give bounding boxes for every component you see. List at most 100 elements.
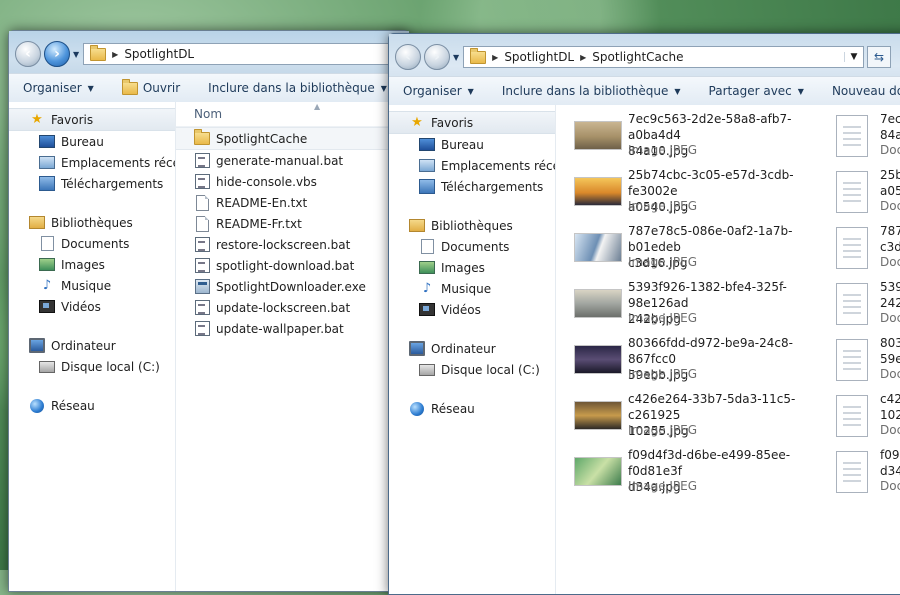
nav-desktop[interactable]: Bureau	[9, 131, 175, 152]
nav-downloads-label: Téléchargements	[61, 176, 164, 191]
nav-computer[interactable]: Ordinateur	[389, 338, 555, 359]
tile-name-line1: 7ec	[880, 112, 900, 126]
nav-network[interactable]: Réseau	[9, 395, 175, 416]
nav-downloads-label: Téléchargements	[441, 179, 544, 194]
nav-documents[interactable]: Documents	[9, 233, 175, 254]
file-item[interactable]: hide-console.vbs	[176, 171, 409, 192]
nav-videos[interactable]: Vidéos	[9, 296, 175, 317]
file-name: SpotlightCache	[216, 131, 308, 146]
nav-videos[interactable]: Vidéos	[389, 299, 555, 320]
file-item[interactable]: SpotlightDownloader.exe	[176, 276, 409, 297]
back-arrow-icon[interactable]: ‹	[15, 41, 41, 67]
file-item[interactable]: generate-manual.bat	[176, 150, 409, 171]
nav-network[interactable]: Réseau	[389, 398, 555, 419]
nav-recent-places[interactable]: Emplacements récents	[9, 152, 175, 173]
nav-desktop[interactable]: Bureau	[389, 134, 555, 155]
nav-favorites[interactable]: ★ Favoris	[389, 111, 555, 134]
address-bar[interactable]: ▶ SpotlightDL	[83, 43, 403, 65]
nav-images[interactable]: Images	[389, 257, 555, 278]
document-icon	[836, 283, 868, 325]
nav-recent-places-label: Emplacements récents	[441, 158, 555, 173]
explorer-window-spotlightdl[interactable]: ‹ › ▼ ▶ SpotlightDL Organiser ▼ Ouvrir In…	[8, 30, 410, 592]
ouvrir-button[interactable]: Ouvrir	[108, 78, 194, 95]
image-tile[interactable]: 80366fdd-d972-be9a-24c8-867fcc0 59ebb.jpg…	[574, 335, 824, 389]
file-name: update-lockscreen.bat	[216, 300, 351, 315]
nav-local-disk[interactable]: Disque local (C:)	[389, 359, 555, 380]
file-item[interactable]: update-wallpaper.bat	[176, 318, 409, 339]
document-tile[interactable]: 25b a05 Doc	[836, 167, 900, 221]
command-bar: Organiser ▼ Ouvrir Inclure dans la biblio…	[9, 73, 409, 103]
nav-music[interactable]: ♪ Musique	[389, 278, 555, 299]
image-tile[interactable]: c426e264-33b7-5da3-11c5-c261925 10255.jpg…	[574, 391, 824, 445]
nav-documents-label: Documents	[61, 236, 130, 251]
local-disk-icon	[39, 360, 55, 373]
address-bar[interactable]: ▶ SpotlightDL ▶ SpotlightCache ▼	[463, 46, 864, 68]
tile-name-line1: c42	[880, 392, 900, 406]
music-icon: ♪	[422, 281, 432, 296]
nav-music[interactable]: ♪ Musique	[9, 275, 175, 296]
nav-recent-places[interactable]: Emplacements récents	[389, 155, 555, 176]
breadcrumb-separator-icon[interactable]: ▶	[112, 50, 118, 59]
breadcrumb-spotlightdl[interactable]: SpotlightDL	[504, 50, 574, 64]
file-item[interactable]: SpotlightCache	[176, 127, 409, 150]
window-body: ★ Favoris Bureau Emplacements récents Tél…	[389, 105, 900, 594]
tile-name-line1: f09d4f3d-d6be-e499-85ee-f0d81e3f	[628, 448, 791, 478]
back-arrow-icon[interactable]: ‹	[395, 44, 421, 70]
document-tile[interactable]: c42 102 Doc	[836, 391, 900, 445]
document-tile[interactable]: f09 d34 Doc	[836, 447, 900, 501]
window-chrome: ‹ › ▼ ▶ SpotlightDL ▶ SpotlightCache ▼ ⇆…	[389, 34, 900, 106]
nav-libraries[interactable]: Bibliothèques	[9, 212, 175, 233]
column-header-name[interactable]: ▲ Nom	[176, 102, 409, 127]
history-dropdown-icon[interactable]: ▼	[73, 50, 79, 59]
image-tile[interactable]: 7ec9c563-2d2e-58a8-afb7-a0ba4d4 84a10.jpg…	[574, 111, 824, 165]
file-item[interactable]: update-lockscreen.bat	[176, 297, 409, 318]
nav-local-disk[interactable]: Disque local (C:)	[9, 356, 175, 377]
breadcrumb-separator-icon[interactable]: ▶	[492, 53, 498, 62]
forward-arrow-icon[interactable]: ›	[424, 44, 450, 70]
nav-downloads[interactable]: Téléchargements	[9, 173, 175, 194]
organiser-button[interactable]: Organiser ▼	[9, 81, 108, 95]
tile-type: Doc	[880, 479, 900, 493]
tile-name-line1: 539	[880, 280, 900, 294]
file-name: restore-lockscreen.bat	[216, 237, 351, 252]
nav-images[interactable]: Images	[9, 254, 175, 275]
document-tile[interactable]: 539 242 Doc	[836, 279, 900, 333]
batch-file-icon	[194, 258, 210, 273]
document-tile[interactable]: 7ec 84a Doc	[836, 111, 900, 165]
file-item[interactable]: spotlight-download.bat	[176, 255, 409, 276]
address-dropdown-icon[interactable]: ▼	[844, 52, 863, 62]
breadcrumb-spotlightcache[interactable]: SpotlightCache	[592, 50, 683, 64]
navigation-pane: ★ Favoris Bureau Emplacements récents Té…	[9, 102, 176, 591]
nav-libraries[interactable]: Bibliothèques	[389, 215, 555, 236]
include-library-button[interactable]: Inclure dans la bibliothèque ▼	[488, 84, 695, 98]
share-with-button[interactable]: Partager avec ▼	[695, 84, 818, 98]
document-tile[interactable]: 803 59e Doc	[836, 335, 900, 389]
image-tile[interactable]: 787e78c5-086e-0af2-1a7b-b01edeb c3d16.jpg…	[574, 223, 824, 277]
include-library-button[interactable]: Inclure dans la bibliothèque ▼	[194, 81, 401, 95]
history-dropdown-icon[interactable]: ▼	[453, 53, 459, 62]
file-item[interactable]: README-Fr.txt	[176, 213, 409, 234]
image-tile[interactable]: 25b74cbc-3c05-e57d-3cdb-fe3002e a0540.jpg…	[574, 167, 824, 221]
tile-name-line2: d34	[880, 464, 900, 478]
file-item[interactable]: README-En.txt	[176, 192, 409, 213]
breadcrumb-spotlightdl[interactable]: SpotlightDL	[124, 47, 194, 61]
forward-arrow-icon[interactable]: ›	[44, 41, 70, 67]
batch-file-icon	[194, 321, 210, 336]
document-tile[interactable]: 787 c3d Doc	[836, 223, 900, 277]
image-tile[interactable]: f09d4f3d-d6be-e499-85ee-f0d81e3f d34a.jpg…	[574, 447, 824, 501]
chevron-down-icon: ▼	[87, 83, 94, 93]
nav-computer[interactable]: Ordinateur	[9, 335, 175, 356]
new-folder-button[interactable]: Nouveau dossier	[818, 84, 900, 98]
tile-name-line1: 7ec9c563-2d2e-58a8-afb7-a0ba4d4	[628, 112, 792, 142]
explorer-window-spotlightcache[interactable]: ‹ › ▼ ▶ SpotlightDL ▶ SpotlightCache ▼ ⇆…	[388, 33, 900, 595]
nav-favorites[interactable]: ★ Favoris	[9, 108, 175, 131]
organiser-button[interactable]: Organiser ▼	[389, 84, 488, 98]
file-item[interactable]: restore-lockscreen.bat	[176, 234, 409, 255]
nav-local-disk-label: Disque local (C:)	[441, 362, 540, 377]
nav-downloads[interactable]: Téléchargements	[389, 176, 555, 197]
refresh-icon[interactable]: ⇆	[867, 46, 891, 68]
breadcrumb-separator-icon[interactable]: ▶	[580, 53, 586, 62]
network-icon	[410, 401, 424, 416]
nav-documents[interactable]: Documents	[389, 236, 555, 257]
image-tile[interactable]: 5393f926-1382-bfe4-325f-98e126ad 242b.jpg…	[574, 279, 824, 333]
